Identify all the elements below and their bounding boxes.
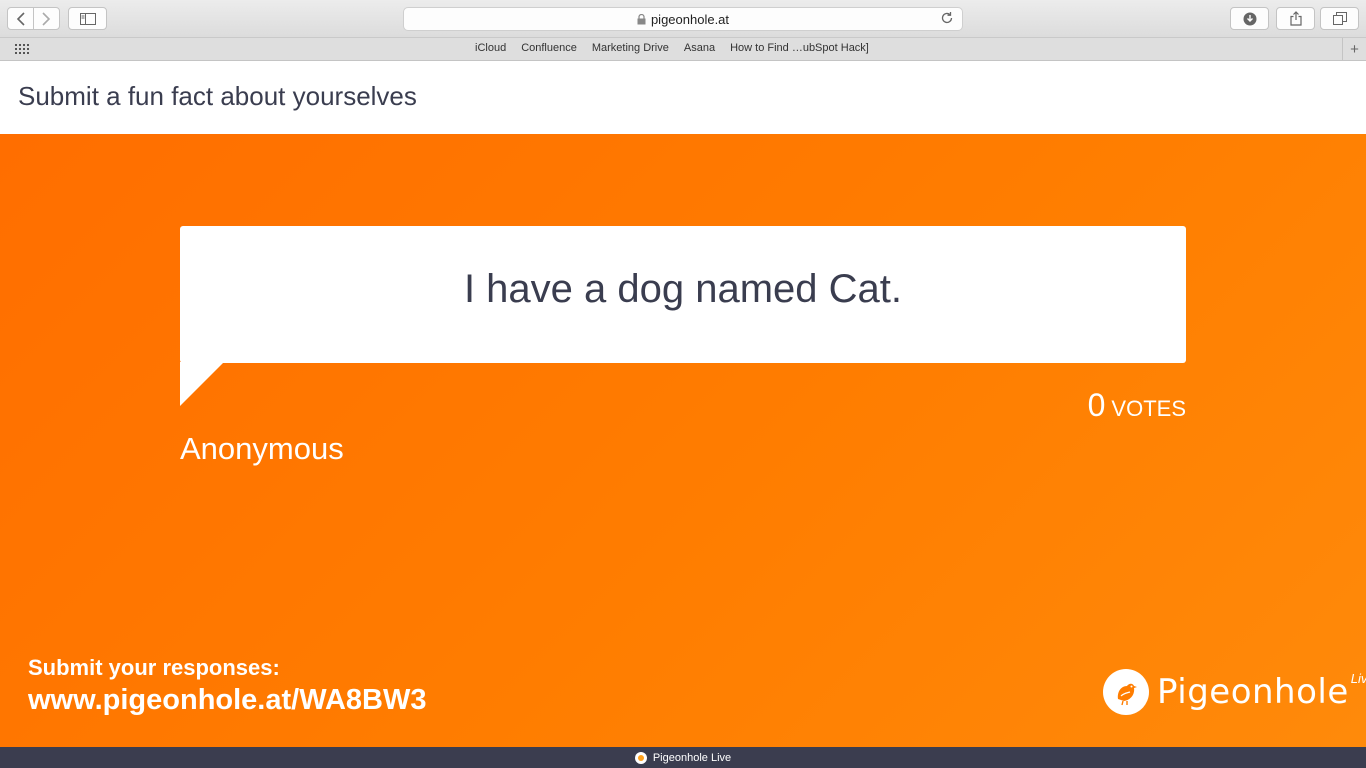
bookmark-hubspot-hack[interactable]: How to Find …ubSpot Hack] (730, 42, 869, 54)
reload-icon[interactable] (940, 11, 954, 25)
chevron-right-icon (42, 11, 51, 26)
bottom-bar: Pigeonhole Live (0, 747, 1366, 768)
bookmark-icloud[interactable]: iCloud (475, 42, 506, 54)
downloads-button[interactable] (1230, 7, 1269, 30)
sidebar-toggle-button[interactable] (68, 7, 107, 30)
download-icon (1243, 12, 1256, 25)
share-icon (1289, 11, 1302, 26)
votes-label: VOTES (1111, 396, 1186, 421)
tab-overview-button[interactable] (1320, 7, 1359, 30)
bookmark-confluence[interactable]: Confluence (521, 42, 577, 54)
sidebar-icon (79, 12, 96, 25)
browser-toolbar: pigeonhole.at (0, 0, 1366, 38)
back-button[interactable] (8, 8, 33, 29)
logo-wordmark: Pigeonhole (1157, 672, 1349, 712)
vote-count: 0 VOTES (1088, 387, 1186, 424)
presentation-stage: I have a dog named Cat. 0 VOTES Anonymou… (0, 134, 1366, 747)
tabs-icon (1332, 12, 1347, 25)
nav-buttons (7, 7, 60, 30)
question-text: I have a dog named Cat. (463, 267, 903, 311)
chevron-left-icon (16, 11, 25, 26)
forward-button[interactable] (34, 8, 59, 29)
bookmarks-bar: iCloud Confluence Marketing Drive Asana … (0, 38, 1366, 61)
plus-icon: + (1350, 40, 1359, 58)
submit-responses-label: Submit your responses: (28, 655, 280, 680)
question-author: Anonymous (180, 431, 344, 466)
pigeon-icon (1103, 669, 1149, 715)
pigeonhole-mini-icon (634, 751, 647, 764)
address-bar[interactable]: pigeonhole.at (403, 7, 963, 31)
question-bubble: I have a dog named Cat. (180, 226, 1186, 363)
bookmark-list: iCloud Confluence Marketing Drive Asana … (475, 42, 869, 54)
pigeonhole-logo: Pigeonhole Live (1103, 669, 1366, 715)
share-button[interactable] (1276, 7, 1315, 30)
bookmark-asana[interactable]: Asana (684, 42, 715, 54)
bottom-bar-label: Pigeonhole Live (652, 751, 732, 764)
url-text: pigeonhole.at (650, 11, 730, 27)
logo-live-mark: Live (1350, 671, 1366, 686)
votes-number: 0 (1087, 387, 1106, 423)
top-sites-grid-icon[interactable] (15, 44, 31, 54)
submit-url: www.pigeonhole.at/WA8BW3 (28, 684, 427, 716)
page-title: Submit a fun fact about yourselves (18, 81, 417, 111)
bookmark-marketing-drive[interactable]: Marketing Drive (592, 42, 669, 54)
lock-icon (637, 13, 646, 24)
page-header: Submit a fun fact about yourselves (0, 61, 1366, 134)
speech-bubble-tail (180, 362, 224, 406)
new-tab-button[interactable]: + (1342, 38, 1366, 60)
